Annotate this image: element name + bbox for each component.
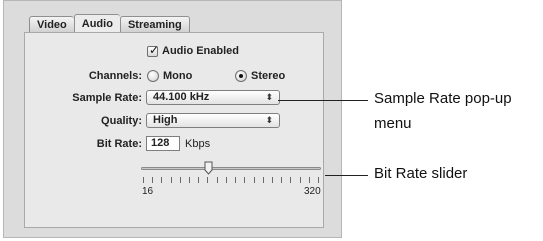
- slider-tick: [290, 177, 291, 183]
- stereo-label: Stereo: [251, 70, 286, 82]
- audio-enabled-label: Audio Enabled: [162, 45, 239, 57]
- bit-rate-unit: Kbps: [185, 138, 211, 150]
- slider-tick: [318, 177, 319, 183]
- slider-max-label: 320: [304, 186, 321, 197]
- channels-label: Channels:: [88, 70, 142, 82]
- slider-tick: [207, 177, 208, 183]
- sample-rate-callout-line: [278, 100, 368, 101]
- slider-tick: [152, 177, 153, 183]
- slider-tick: [226, 177, 227, 183]
- sample-rate-label: Sample Rate:: [72, 92, 142, 104]
- sample-rate-value: 44.100 kHz: [153, 91, 210, 103]
- audio-settings-box: ✓ Audio Enabled Channels: Mono Stereo Sa…: [24, 32, 324, 228]
- tab-bar: Video Audio Streaming: [29, 14, 190, 33]
- slider-tick: [244, 177, 245, 183]
- slider-tick: [161, 177, 162, 183]
- stereo-radio[interactable]: [235, 70, 247, 82]
- slider-tick: [143, 177, 144, 183]
- slider-thumb-icon: [204, 161, 213, 175]
- quality-label: Quality:: [101, 115, 142, 127]
- slider-tick: [235, 177, 236, 183]
- quality-popup[interactable]: High ⬍: [146, 113, 280, 128]
- quality-value: High: [153, 114, 178, 126]
- slider-tick: [171, 177, 172, 183]
- bit-rate-callout-line: [325, 175, 368, 176]
- export-settings-panel: Video Audio Streaming ✓ Audio Enabled Ch…: [3, 0, 342, 238]
- slider-tick: [300, 177, 301, 183]
- slider-tick: [217, 177, 218, 183]
- bit-rate-label: Bit Rate:: [96, 138, 142, 150]
- slider-tick: [272, 177, 273, 183]
- slider-tick: [180, 177, 181, 183]
- slider-tick: [263, 177, 264, 183]
- tab-streaming[interactable]: Streaming: [119, 16, 190, 33]
- popup-arrows-icon: ⬍: [265, 92, 273, 102]
- slider-ticks: [143, 177, 319, 183]
- sample-rate-popup[interactable]: 44.100 kHz ⬍: [146, 90, 280, 105]
- mono-radio[interactable]: [147, 70, 159, 82]
- slider-tick: [189, 177, 190, 183]
- audio-enabled-checkbox[interactable]: ✓: [147, 43, 160, 57]
- slider-min-label: 16: [142, 186, 154, 197]
- slider-tick: [281, 177, 282, 183]
- mono-label: Mono: [163, 70, 193, 82]
- popup-arrows-icon: ⬍: [265, 115, 273, 125]
- bit-rate-slider-track[interactable]: [141, 167, 321, 170]
- checkmark-icon: ✓: [149, 43, 160, 57]
- tab-audio[interactable]: Audio: [73, 14, 120, 33]
- slider-tick: [198, 177, 199, 183]
- slider-tick: [254, 177, 255, 183]
- sample-rate-callout-line2: menu: [374, 115, 412, 132]
- radio-selected-dot: [239, 74, 243, 78]
- tab-video[interactable]: Video: [29, 16, 74, 33]
- bit-rate-slider-thumb[interactable]: [204, 161, 213, 175]
- sample-rate-callout-line1: Sample Rate pop-up: [374, 90, 512, 107]
- bit-rate-field[interactable]: 128: [146, 136, 180, 151]
- slider-tick: [309, 177, 310, 183]
- bit-rate-callout: Bit Rate slider: [374, 165, 468, 182]
